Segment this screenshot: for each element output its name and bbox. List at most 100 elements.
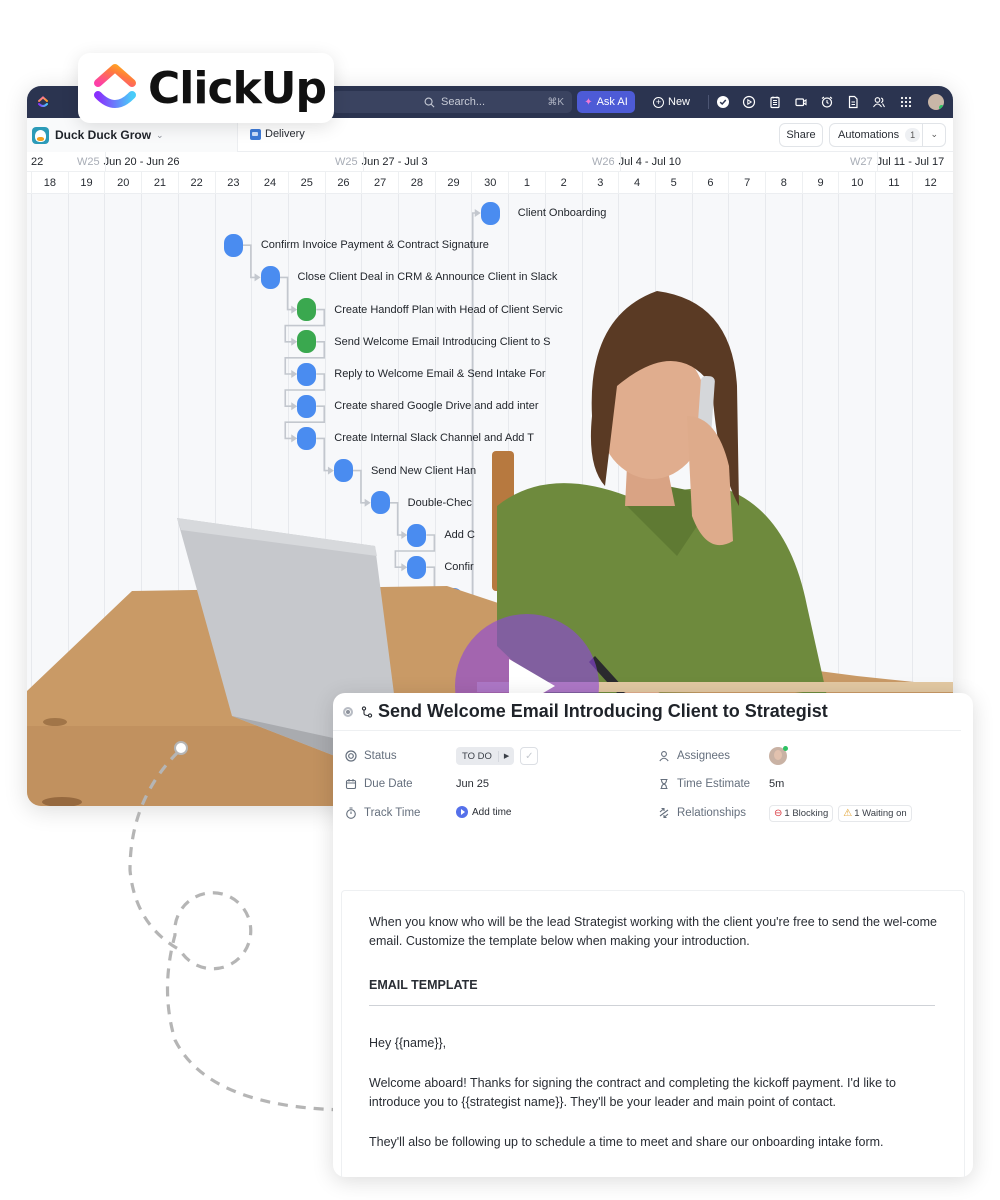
sub-header: Duck Duck Grow ⌄ Delivery Share Automati… <box>27 118 953 152</box>
button-divider <box>922 124 923 146</box>
email-template-body: Hey {{name}}, Welcome aboard! Thanks for… <box>369 1034 937 1152</box>
calendar-icon <box>345 779 357 790</box>
plus-circle-icon: + <box>653 96 664 108</box>
gantt-task[interactable]: Reply to Welcome Email & Send Intake For <box>297 362 546 386</box>
task-milestone-marker[interactable] <box>297 362 317 386</box>
people-icon[interactable] <box>872 95 886 109</box>
chevron-down-icon[interactable]: ⌄ <box>930 129 938 140</box>
workspace-switcher[interactable]: Duck Duck Grow ⌄ <box>27 118 238 152</box>
status-dot-icon[interactable] <box>343 706 353 717</box>
task-milestone-marker[interactable] <box>444 587 464 611</box>
task-milestone-marker[interactable] <box>480 201 500 225</box>
new-button[interactable]: + New <box>653 91 690 113</box>
time-estimate-field: Time Estimate <box>658 774 750 794</box>
assignee-list[interactable] <box>769 746 788 765</box>
day-cell: 6 <box>691 172 729 194</box>
record-icon[interactable] <box>742 95 756 109</box>
task-milestone-marker[interactable] <box>444 620 464 644</box>
task-description[interactable]: When you know who will be the lead Strat… <box>341 890 965 1177</box>
day-header-row: 18 19 20 21 22 23 24 25 26 27 28 29 30 1 2 3 4 5 6 7 8 9 10 11 1… <box>27 172 953 194</box>
day-cell: 20 <box>104 172 141 194</box>
week-label: W27 Jul 11 - Jul 17 <box>850 156 945 168</box>
add-time-button[interactable]: Add time <box>456 806 511 818</box>
task-milestone-marker[interactable] <box>223 233 243 257</box>
task-milestone-marker[interactable] <box>407 555 427 579</box>
task-label: Add C <box>444 529 475 541</box>
task-label: Reply to Welcome Email & Send Intake For <box>334 368 546 380</box>
day-cell: 7 <box>728 172 765 194</box>
gantt-task[interactable]: Close Client Deal in CRM & Announce Clie… <box>260 265 558 289</box>
gantt-task[interactable]: Send New Client Han <box>333 459 476 483</box>
day-cell: 3 <box>581 172 619 194</box>
assignee-avatar[interactable] <box>769 746 788 765</box>
ask-ai-button[interactable]: ✦ Ask AI <box>577 91 635 113</box>
day-cell: 12 <box>911 172 949 194</box>
week-separator <box>363 152 364 172</box>
complete-checkbox[interactable]: ✓ <box>520 747 539 765</box>
task-label: Close Client Deal in CRM & Announce Clie… <box>297 271 558 284</box>
week-label: W26 Jul 4 - Jul 10 <box>592 156 681 168</box>
gantt-task[interactable]: Double-Chec <box>370 491 472 515</box>
notepad-icon[interactable] <box>768 95 782 109</box>
automations-button[interactable]: Automations 1 ⌄ <box>829 123 946 147</box>
video-icon[interactable] <box>794 95 808 109</box>
breadcrumb-list[interactable]: Delivery <box>250 128 305 140</box>
truck-icon <box>250 128 261 140</box>
week-header-row: 22 W25 Jun 20 - Jun 26 W25 Jun 27 - Jul 3 … <box>27 152 953 172</box>
status-value: TO DO ▶ ✓ <box>456 747 539 765</box>
day-cell: 18 <box>31 172 68 194</box>
task-milestone-marker[interactable] <box>370 491 390 515</box>
ask-ai-label: Ask AI <box>596 96 628 108</box>
search-input[interactable]: Search... ⌘K <box>332 91 572 113</box>
day-cell: 23 <box>214 172 252 194</box>
task-milestone-marker[interactable] <box>260 265 280 289</box>
week-label: 22 <box>31 156 44 168</box>
share-button[interactable]: Share <box>779 123 823 147</box>
clickup-app-icon[interactable] <box>36 95 50 109</box>
task-milestone-marker[interactable] <box>297 394 317 418</box>
email-paragraph: They'll also be following up to schedule… <box>369 1135 884 1149</box>
blocking-chip[interactable]: ⊖ 1 Blocking <box>769 805 834 822</box>
automations-label: Automations <box>838 129 900 141</box>
day-cell: 24 <box>251 172 288 194</box>
day-cell: 19 <box>67 172 105 194</box>
document-icon[interactable] <box>846 95 860 109</box>
gantt-task[interactable] <box>444 587 481 611</box>
search-placeholder: Search... <box>441 96 486 108</box>
task-title[interactable]: Send Welcome Email Introducing Client to… <box>378 701 828 722</box>
alarm-icon[interactable] <box>820 95 834 109</box>
due-date-value[interactable]: Jun 25 <box>456 778 489 790</box>
task-milestone-marker[interactable] <box>297 330 317 354</box>
task-milestone-marker[interactable] <box>297 298 317 322</box>
gantt-task[interactable]: Create Handoff Plan with Head of Client … <box>297 298 563 322</box>
task-milestone-marker[interactable] <box>407 523 427 547</box>
task-label: Create Handoff Plan with Head of Client … <box>334 303 563 316</box>
toolbar-divider <box>708 95 709 109</box>
task-milestone-marker[interactable] <box>333 459 353 483</box>
gantt-task[interactable]: Confir <box>407 555 474 579</box>
gantt-task[interactable]: Add C <box>407 523 475 547</box>
chevron-down-icon: ⌄ <box>156 129 164 140</box>
gantt-task[interactable]: Confirm Invoice Payment & Contract Signa… <box>223 233 489 257</box>
check-circle-icon[interactable] <box>716 95 730 109</box>
task-milestone-marker[interactable] <box>297 426 317 450</box>
day-cell: 11 <box>875 172 912 194</box>
day-cell: 22 <box>177 172 215 194</box>
gantt-task[interactable]: Create shared Google Drive and add inter <box>297 394 538 418</box>
email-paragraph: Welcome aboard! Thanks for signing the c… <box>369 1076 896 1109</box>
workspace-name: Duck Duck Grow <box>55 128 152 142</box>
user-avatar[interactable] <box>928 94 944 110</box>
status-dropdown[interactable]: TO DO ▶ <box>456 747 515 765</box>
task-label: Create Internal Slack Channel and Add T <box>334 432 535 445</box>
status-field: Status <box>345 746 397 766</box>
week-label: W25 Jun 27 - Jul 3 <box>335 156 428 168</box>
gantt-task[interactable]: Send Welcome Email Introducing Client to… <box>297 330 551 354</box>
apps-grid-icon[interactable] <box>899 95 913 109</box>
gantt-task[interactable]: Create Internal Slack Channel and Add T <box>297 426 535 450</box>
day-cell: 8 <box>765 172 802 194</box>
track-time-field: Track Time <box>345 803 420 823</box>
waiting-on-chip[interactable]: ⚠ 1 Waiting on <box>838 805 912 822</box>
gantt-task[interactable]: Client Onboarding <box>480 201 606 225</box>
time-estimate-value[interactable]: 5m <box>769 778 784 790</box>
week-label: W25 Jun 20 - Jun 26 <box>77 156 180 168</box>
